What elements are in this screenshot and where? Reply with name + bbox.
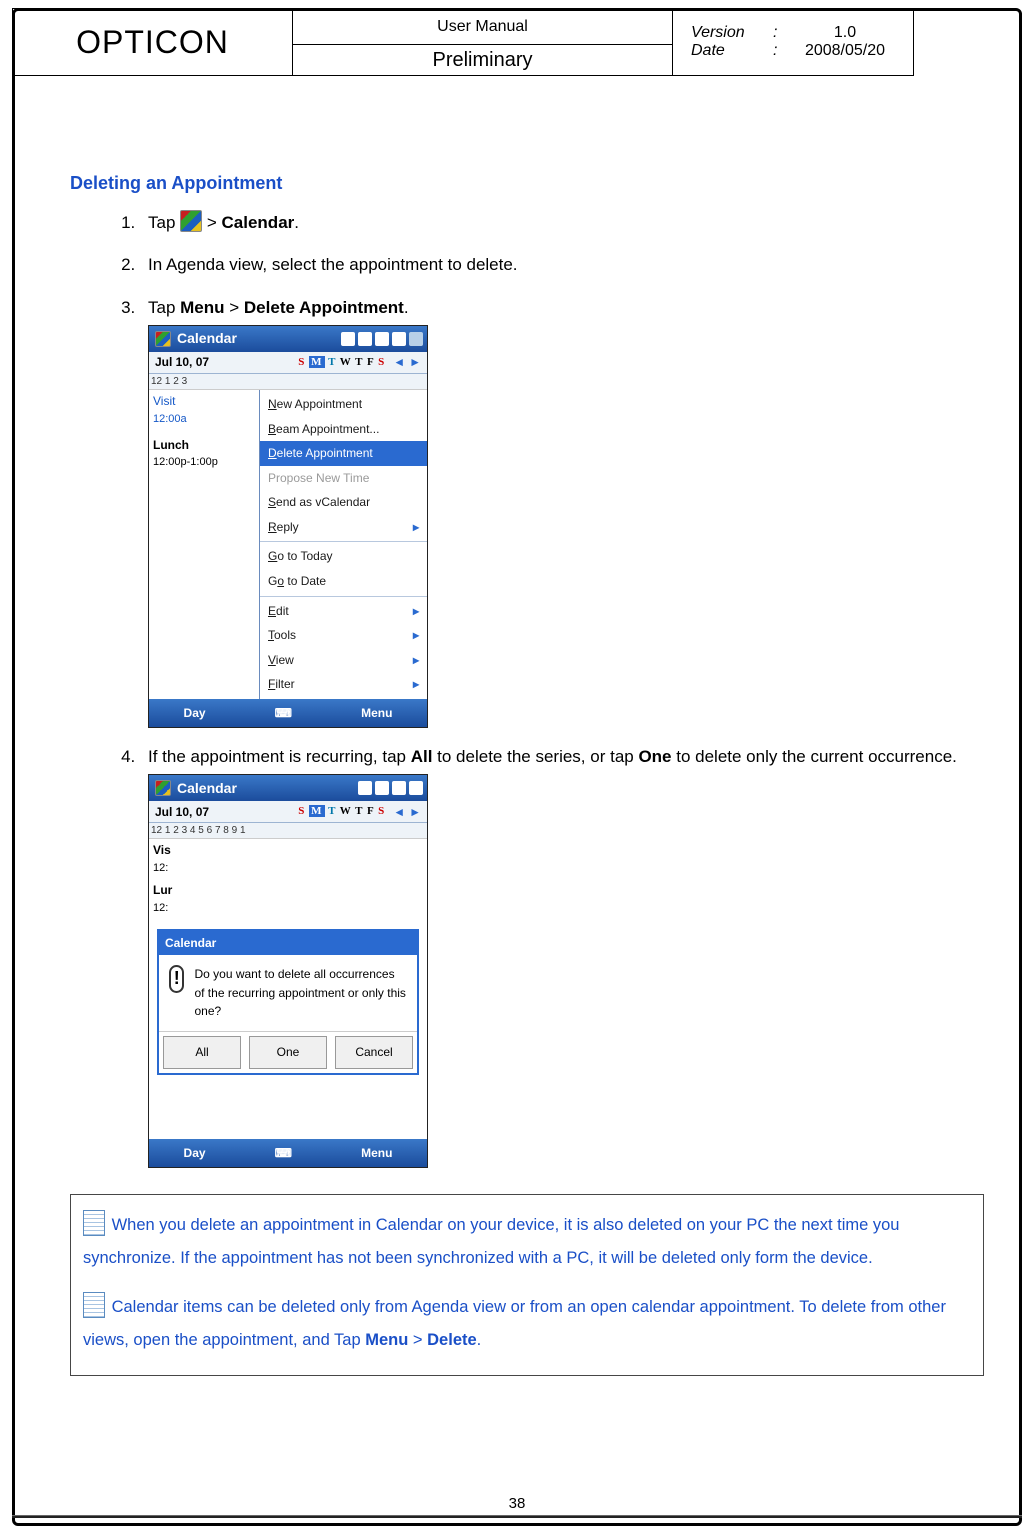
soft-key-bar: Day ⌨ Menu [149,699,427,727]
note-icon [83,1292,105,1318]
step-4: If the appointment is recurring, tap All… [140,744,984,1168]
footer-rule [12,1515,1022,1518]
menu-delete-appointment[interactable]: Delete Appointment [260,441,427,466]
soft-key-menu[interactable]: Menu [361,704,392,723]
menu-send-vcalendar[interactable]: Send as vCalendar [260,490,427,515]
version-value: 1.0 [795,24,895,42]
dialog-cancel-button[interactable]: Cancel [335,1036,413,1069]
appointment-item: Lur 12: [149,879,199,919]
menu-reply[interactable]: Reply▸ [260,515,427,540]
menu-propose-new-time: Propose New Time [260,466,427,491]
date-bar: Jul 10, 07 S M T W T F S ◄ ► [149,801,427,823]
appointment-item[interactable]: Lunch 12:00p-1:00p [153,436,255,472]
menu-goto-today[interactable]: Go to Today [260,541,427,569]
soft-key-day[interactable]: Day [184,704,206,723]
page-number: 38 [0,1495,1034,1512]
title-bar: Calendar [149,775,427,801]
menu-goto-date[interactable]: Go to Date [260,569,427,594]
doc-meta: Version : 1.0 Date : 2008/05/20 [673,9,914,76]
title-bar: Calendar [149,326,427,352]
keyboard-icon[interactable]: ⌨ [275,1144,292,1163]
soft-key-day[interactable]: Day [184,1144,206,1163]
signal-icon [392,781,406,795]
menu-tools[interactable]: Tools▸ [260,623,427,648]
note-2: Calendar items can be deleted only from … [83,1298,946,1349]
step-2: In Agenda view, select the appointment t… [140,252,984,278]
speaker-icon [392,332,406,346]
weekday-tabs[interactable]: S M T W T F S [298,803,385,820]
next-icon[interactable]: ► [409,803,421,822]
screenshot-dialog: Calendar Jul 10, 07 S M T W [148,774,428,1168]
appointment-item: Vis 12: [149,839,199,879]
menu-beam-appointment[interactable]: Beam Appointment... [260,417,427,442]
prev-icon[interactable]: ◄ [393,803,405,822]
status-icon [375,781,389,795]
dialog-one-button[interactable]: One [249,1036,327,1069]
document-header: OPTICON User Manual Version : 1.0 Date :… [12,8,914,76]
keyboard-icon[interactable]: ⌨ [275,704,292,723]
doc-subtitle: Preliminary [293,45,673,76]
context-menu: New Appointment Beam Appointment... Dele… [259,390,427,699]
date-value: 2008/05/20 [795,42,895,60]
doc-title: User Manual [293,9,673,45]
dialog-title: Calendar [159,931,417,956]
brand-name: OPTICON [13,9,293,76]
warning-icon: ! [169,965,184,993]
date-label: Date [691,42,763,60]
note-1: When you delete an appointment in Calend… [83,1216,899,1267]
soft-key-menu[interactable]: Menu [361,1144,392,1163]
dialog-text: Do you want to delete all occurrences of… [194,965,407,1021]
windows-flag-icon [155,780,171,796]
menu-filter[interactable]: Filter▸ [260,672,427,697]
version-label: Version [691,24,763,42]
note-icon [83,1210,105,1236]
status-icon [358,332,372,346]
agenda-pane: Visit 12:00a Lunch 12:00p-1:00p [149,390,259,699]
status-icon [341,332,355,346]
soft-key-bar: Day ⌨ Menu [149,1139,427,1167]
note-box: When you delete an appointment in Calend… [70,1194,984,1376]
next-icon[interactable]: ► [409,353,421,372]
signal-icon [375,332,389,346]
time-ruler: 12 1 2 3 4 5 6 7 8 9 1 [149,823,427,839]
date-bar: Jul 10, 07 S M T W T F S ◄ ► [149,352,427,374]
content-area: Deleting an Appointment Tap > Calendar. … [70,170,984,1376]
confirm-dialog: Calendar ! Do you want to delete all occ… [157,929,419,1075]
menu-view[interactable]: View▸ [260,648,427,673]
speaker-icon [409,781,423,795]
weekday-tabs[interactable]: S M T W T F S [298,354,385,371]
close-icon[interactable] [409,332,423,346]
dialog-all-button[interactable]: All [163,1036,241,1069]
time-ruler: 12 1 2 3 [149,374,427,390]
section-title: Deleting an Appointment [70,170,984,198]
step-list: Tap > Calendar. In Agenda view, select t… [70,210,984,1169]
status-icon [358,781,372,795]
screenshot-menu: Calendar Jul 10, 07 S M T [148,325,428,728]
step-3: Tap Menu > Delete Appointment. Calendar [140,295,984,728]
start-icon [180,210,202,232]
windows-flag-icon [155,331,171,347]
step-1: Tap > Calendar. [140,210,984,236]
prev-icon[interactable]: ◄ [393,353,405,372]
appointment-item[interactable]: Visit 12:00a [153,392,255,428]
menu-edit[interactable]: Edit▸ [260,596,427,624]
menu-new-appointment[interactable]: New Appointment [260,392,427,417]
